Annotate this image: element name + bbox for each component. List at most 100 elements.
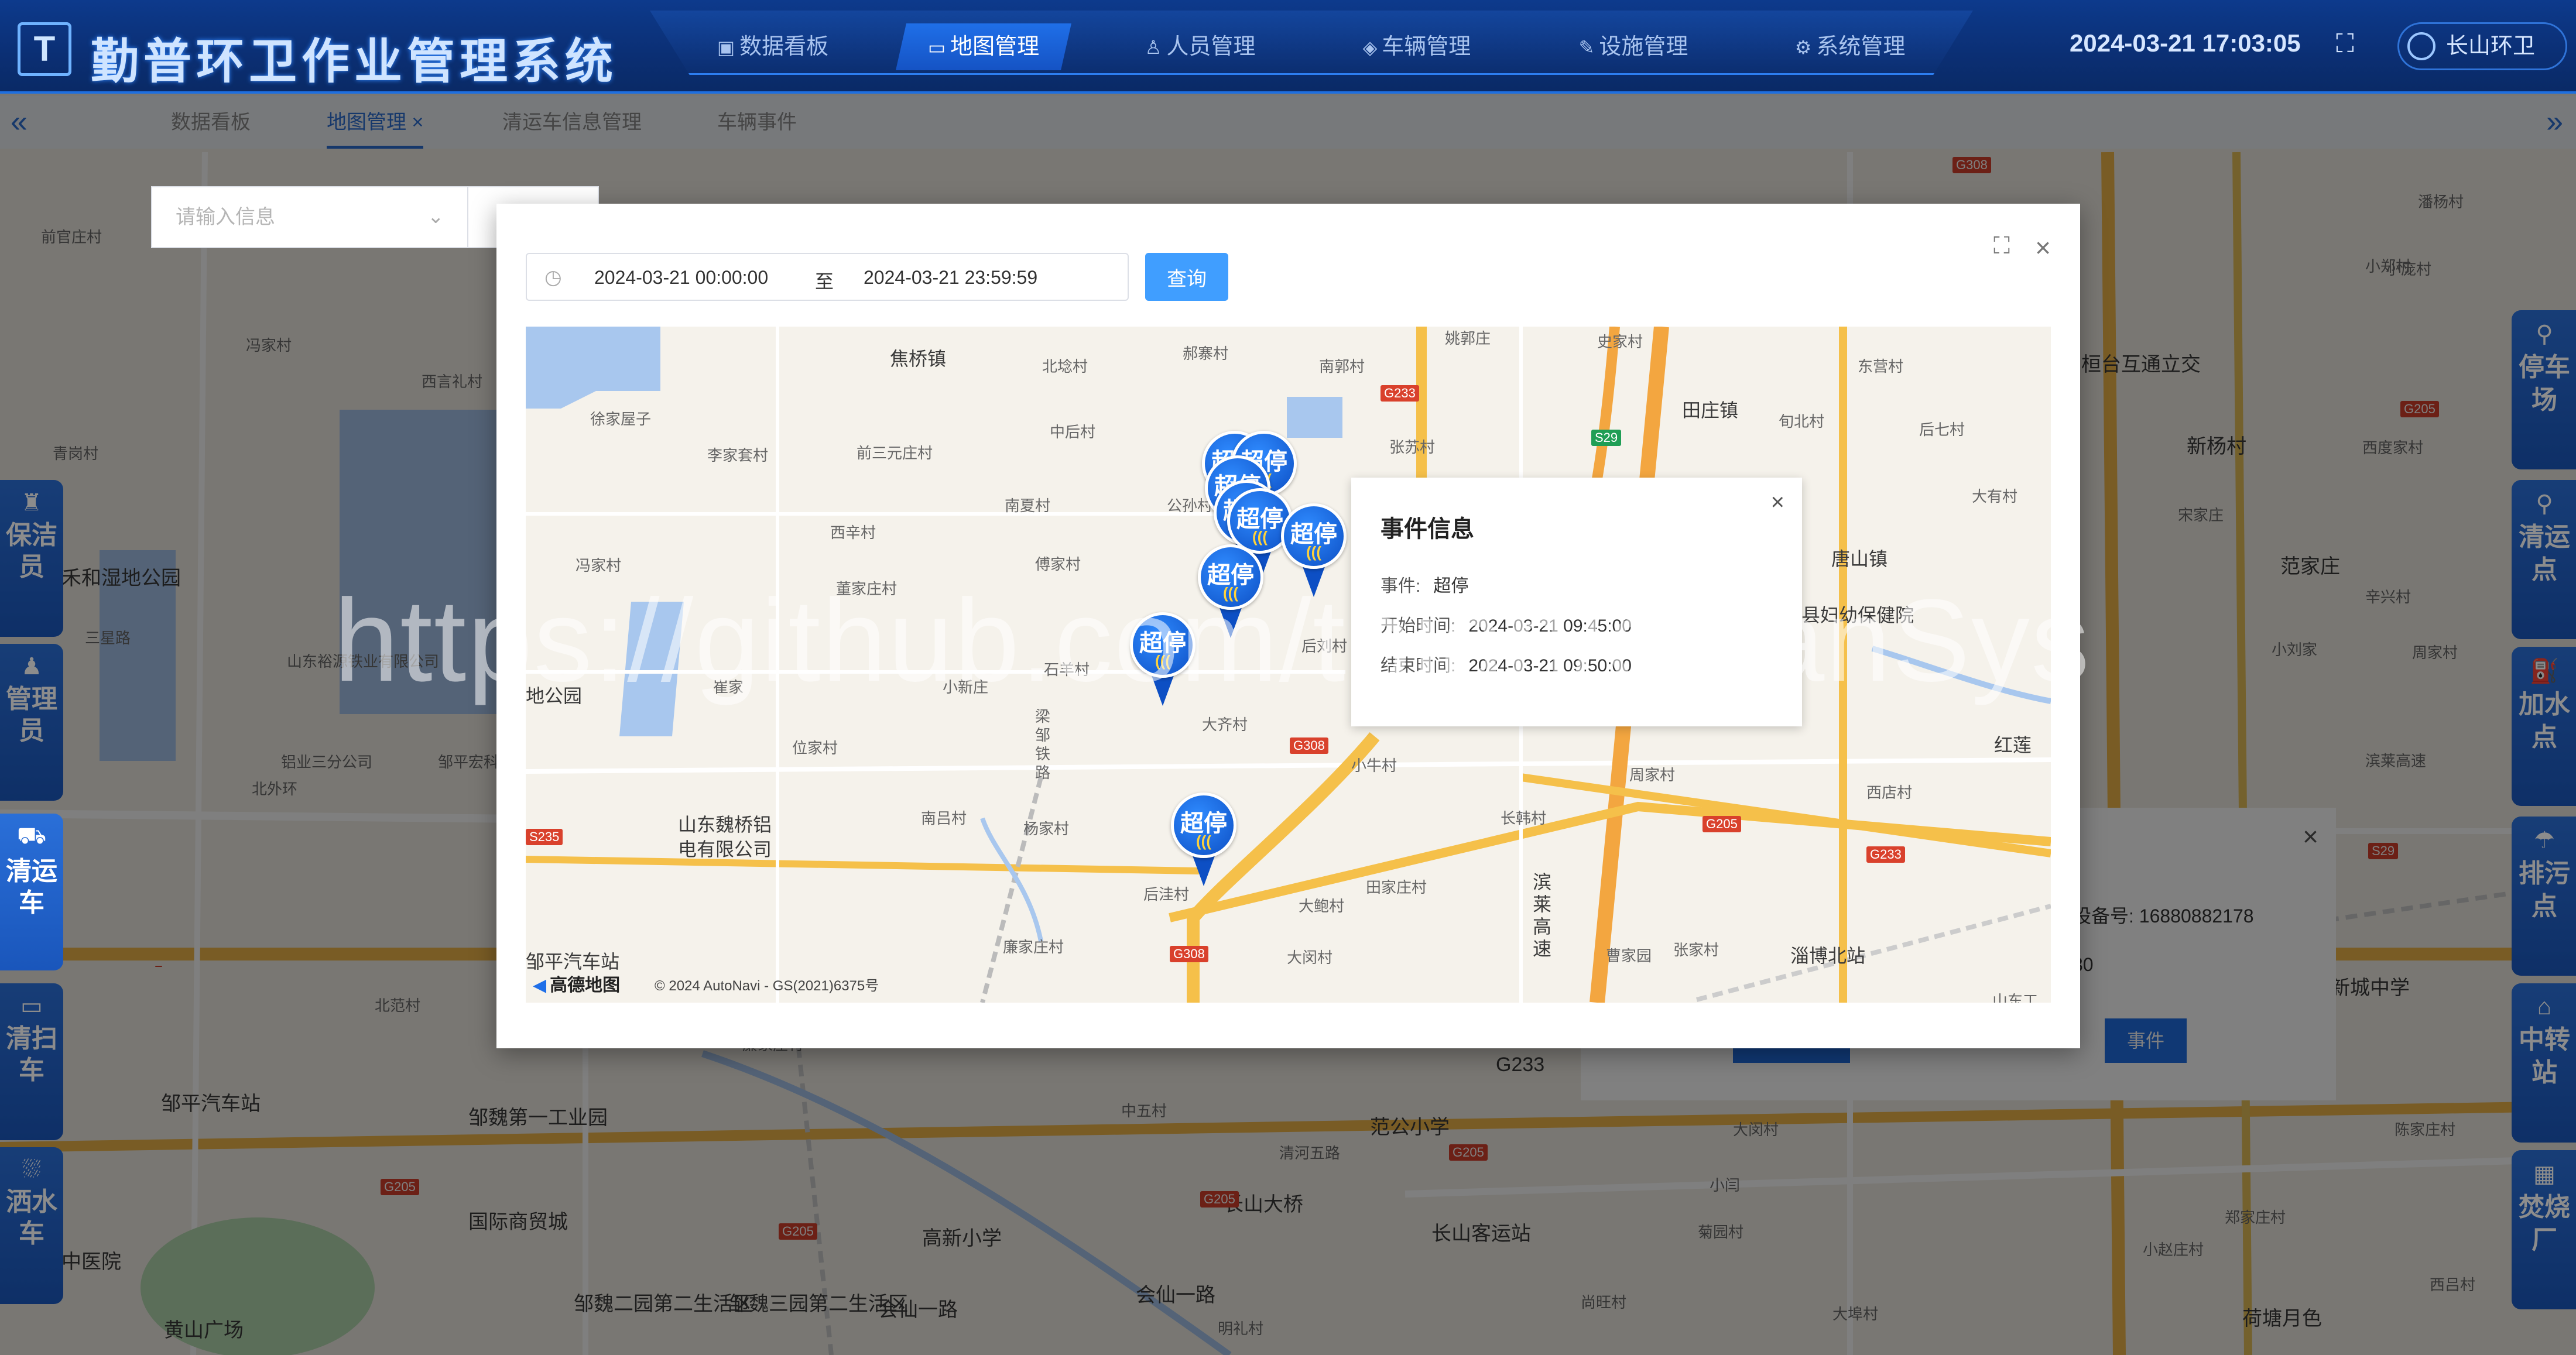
right-pill-transfer[interactable]: ⌂ 中转站 <box>2512 983 2576 1143</box>
road-shield: G205 <box>1703 816 1741 832</box>
sprinkler-icon: ⛆ <box>22 1157 41 1182</box>
logo-icon: T <box>18 22 71 76</box>
road-shield: S29 <box>1591 430 1622 446</box>
water-icon: ⛽ <box>2530 658 2559 684</box>
tab-close-icon[interactable]: × <box>412 111 423 133</box>
nav-system[interactable]: ⚙ 系统管理 <box>1762 23 1938 70</box>
left-pill-cleaner[interactable]: ♜ 保洁员 <box>0 480 63 637</box>
chevron-down-icon[interactable]: ⌄ <box>427 205 444 228</box>
pill-label: 停车场 <box>2519 353 2570 414</box>
left-pill-clean-truck[interactable]: ⛟ 清运车 <box>0 814 63 970</box>
map-label: 曹家园 <box>1606 947 1652 965</box>
event-marker[interactable]: 超停((( <box>1198 544 1263 650</box>
expand-right-icon[interactable]: » <box>2546 104 2563 139</box>
pill-label: 排污点 <box>2519 859 2570 921</box>
tab-clean-truck-info[interactable]: 清运车信息管理 <box>502 96 642 149</box>
signal-icon: ((( <box>1155 652 1170 670</box>
road-shield: G308 <box>1170 946 1208 962</box>
map-label: 廉家庄村 <box>1003 938 1064 956</box>
left-pill-sweeper[interactable]: ▭ 清扫车 <box>0 983 63 1140</box>
map-label: 南吕村 <box>921 809 967 827</box>
avatar-icon <box>2407 32 2435 60</box>
event-button[interactable]: 事件 <box>2105 1018 2187 1063</box>
close-icon[interactable]: × <box>2303 821 2318 852</box>
map-label: 张家村 <box>1673 941 1719 959</box>
event-map[interactable]: 焦桥镇 北埝村 郝寨村 南郭村 姚郭庄 史家村 东营村 徐家屋子 李家套村 前三… <box>526 327 2051 1003</box>
right-pill-water[interactable]: ⛽ 加水点 <box>2512 647 2576 806</box>
close-icon[interactable]: × <box>2035 232 2051 263</box>
vehicle-icon: ◈ <box>1362 37 1378 58</box>
map-label: 北埝村 <box>1042 358 1088 375</box>
road-shield: G308 <box>1290 737 1328 754</box>
right-pill-sewage[interactable]: ☂ 排污点 <box>2512 817 2576 976</box>
map-label: 崔家 <box>713 678 744 696</box>
nav-vehicle[interactable]: ◈ 车辆管理 <box>1329 23 1505 70</box>
right-pill-incinerator[interactable]: ▦ 焚烧厂 <box>2512 1150 2576 1309</box>
map-label: 石羊村 <box>1044 661 1090 678</box>
user-name: 长山环卫 <box>2446 34 2536 59</box>
map-label: 大齐村 <box>1202 716 1248 733</box>
map-label: 山东工 <box>1992 992 2039 1003</box>
device-number: 设备号: 16880882178 <box>2073 905 2254 927</box>
query-button[interactable]: 查询 <box>1145 253 1228 301</box>
nav-dashboard[interactable]: ▣ 数据看板 <box>685 23 861 70</box>
amap-brand-text: 高德地图 <box>550 976 621 995</box>
fullscreen-icon[interactable]: ⛶ <box>2336 29 2354 59</box>
map-label: 大闵村 <box>1287 949 1333 966</box>
start-datetime[interactable]: 2024-03-21 00:00:00 <box>594 267 768 289</box>
left-pill-manager[interactable]: ♟ 管理员 <box>0 644 63 801</box>
map-label: 大鲍村 <box>1299 897 1345 915</box>
map-copyright: © 2024 AutoNavi - GS(2021)6375号 <box>655 978 879 994</box>
location-icon: ⚲ <box>2536 491 2553 517</box>
map-label: 位家村 <box>792 739 838 757</box>
event-map-dialog: ⛶ × ◷ 2024-03-21 00:00:00 至 2024-03-21 2… <box>496 204 2080 1048</box>
map-label: 旬北村 <box>1779 413 1825 430</box>
map-label: 小牛村 <box>1351 757 1397 774</box>
signal-icon: ((( <box>1223 584 1238 602</box>
nav-label: 数据看板 <box>739 35 829 59</box>
event-marker[interactable]: 超停((( <box>1130 612 1195 718</box>
info-start-row: 开始时间: 2024-03-21 09:45:00 <box>1381 611 1632 637</box>
range-separator: 至 <box>815 271 834 292</box>
map-label: 淄博北站 <box>1790 945 1866 966</box>
map-label: 冯家村 <box>576 557 622 574</box>
signal-icon: ((( <box>1196 832 1211 850</box>
date-range-picker[interactable]: ◷ 2024-03-21 00:00:00 至 2024-03-21 23:59… <box>526 253 1129 301</box>
map-label: 前三元庄村 <box>857 444 933 462</box>
map-label: 山东魏桥铝电有限公司 <box>678 814 772 860</box>
tab-map[interactable]: 地图管理 × <box>327 96 424 149</box>
nav-facility[interactable]: ✎ 设施管理 <box>1546 23 1721 70</box>
map-label: 东营村 <box>1858 358 1904 375</box>
end-datetime[interactable]: 2024-03-21 23:59:59 <box>864 267 1037 289</box>
map-label: 小新庄 <box>943 678 989 696</box>
pill-label: 焚烧厂 <box>2519 1193 2570 1254</box>
nav-map[interactable]: ▭ 地图管理 <box>896 23 1071 70</box>
maximize-icon[interactable]: ⛶ <box>1993 233 2010 259</box>
tab-vehicle-events[interactable]: 车辆事件 <box>717 96 797 149</box>
incinerator-icon: ▦ <box>2533 1161 2556 1187</box>
event-marker[interactable]: 超停((( <box>1171 793 1236 898</box>
user-menu[interactable]: 长山环卫 <box>2397 22 2567 70</box>
amap-logo: ◀ 高德地图 <box>533 970 620 996</box>
search-input[interactable] <box>152 187 468 247</box>
system-title: 勤普环卫作业管理系统 <box>91 34 618 90</box>
tab-dashboard[interactable]: 数据看板 <box>171 96 251 149</box>
event-info-window: 事件信息 × 事件: 超停 开始时间: 2024-03-21 09:45:00 结束… <box>1351 478 1802 726</box>
right-pill-parking[interactable]: ⚲ 停车场 <box>2512 310 2576 469</box>
right-pill-collection[interactable]: ⚲ 清运点 <box>2512 480 2576 639</box>
pill-label: 加水点 <box>2519 690 2570 752</box>
map-label: 大有村 <box>1972 488 2018 505</box>
left-pill-sprinkler[interactable]: ⛆ 洒水车 <box>0 1147 63 1304</box>
nav-label: 系统管理 <box>1816 35 1906 59</box>
close-icon[interactable]: × <box>1771 489 1784 516</box>
event-marker[interactable]: 超停((( <box>1281 503 1347 609</box>
map-label: 周家村 <box>1629 766 1676 784</box>
tabs-bar: « 数据看板 地图管理 × 清运车信息管理 车辆事件 » <box>0 96 2576 149</box>
transfer-icon: ⌂ <box>2537 994 2552 1020</box>
collapse-left-icon[interactable]: « <box>11 104 28 139</box>
pill-label: 中转站 <box>2519 1025 2570 1087</box>
tab-label: 地图管理 <box>327 111 406 133</box>
map-label: 后刘村 <box>1301 637 1348 655</box>
map-label: 地公园 <box>526 685 583 706</box>
nav-people[interactable]: ♙ 人员管理 <box>1112 23 1288 70</box>
